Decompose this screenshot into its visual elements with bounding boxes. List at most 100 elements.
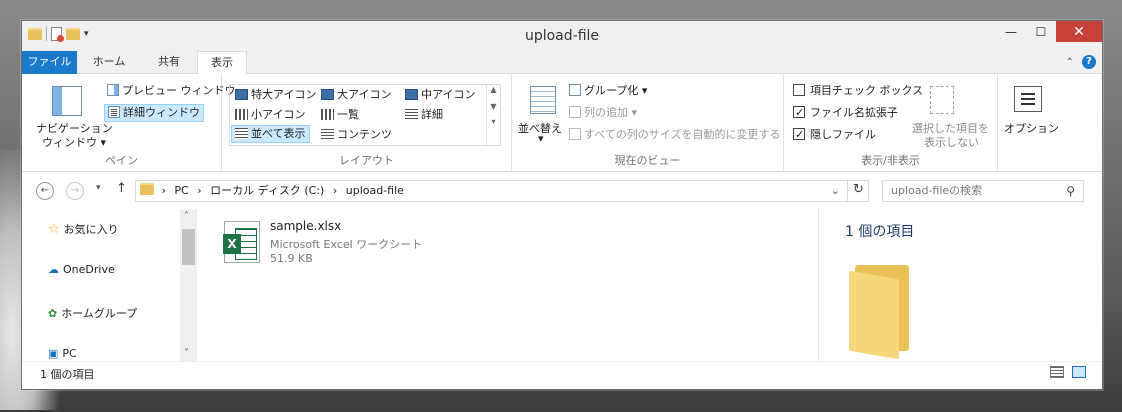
layout-large-icons[interactable]: 大アイコン [318,86,394,104]
group-label-pane: ペイン [105,154,138,167]
refresh-icon[interactable]: ↻ [847,180,869,202]
back-button[interactable]: ← [36,182,54,200]
options-label[interactable]: オプション [1004,120,1059,136]
search-input[interactable]: upload-fileの検索 ⚲ [882,180,1084,202]
nav-scrollbar[interactable]: ˄ ˅ [180,209,197,361]
navigation-pane: ☆ お気に入り ☁ OneDrive ✿ ホームグループ ▣ PC ˄ ˅ [22,209,198,361]
list-icon [321,109,334,120]
medium-icons-icon [405,89,418,100]
scroll-down-icon[interactable]: ˅ [184,348,189,359]
tab-view[interactable]: 表示 [197,51,247,75]
large-icons-view-icon[interactable] [1072,366,1086,378]
nav-item-pc[interactable]: ▣ PC [48,347,77,360]
details-icon [405,109,418,120]
group-by-button[interactable]: グループ化 ▾ [566,82,650,100]
group-label-current-view: 現在のビュー [614,154,681,167]
breadcrumb-local-disk[interactable]: ローカル ディスク (C:) [210,184,324,197]
tab-share[interactable]: 共有 [141,51,197,74]
layout-item-label: コンテンツ [337,128,392,141]
layout-gallery: 特大アイコン 大アイコン 中アイコン 小アイコン 一覧 詳細 並べて表示 コンテ… [229,84,501,146]
up-button[interactable]: ↑ [116,181,127,196]
help-icon[interactable]: ? [1082,55,1096,69]
breadcrumb-separator[interactable]: › [197,184,201,197]
add-column-label: 列の追加 ▾ [584,106,638,119]
gallery-more-icon[interactable]: ▾ [487,117,500,126]
tab-file[interactable]: ファイル [22,51,77,74]
close-button[interactable]: ✕ [1056,21,1102,42]
address-input[interactable]: › PC › ローカル ディスク (C:) › upload-file ⌄ ↻ [135,180,869,202]
breadcrumb-separator[interactable]: › [333,184,337,197]
layout-item-label: 特大アイコン [251,88,317,101]
hide-selected-icon[interactable] [930,86,954,114]
ribbon-tab-right: ⌃ ? [1066,55,1096,69]
ribbon-tabs: ファイル ホーム 共有 表示 ⌃ ? [22,51,1102,75]
extensions-toggle[interactable]: ファイル名拡張子 [790,104,901,122]
excel-file-icon[interactable]: X [223,221,260,263]
explorer-window: ▾ upload-file — ☐ ✕ ファイル ホーム 共有 表示 ⌃ ? ナ… [21,20,1103,390]
layout-content[interactable]: コンテンツ [318,126,395,144]
preview-pane-button[interactable]: プレビュー ウィンドウ [104,82,239,100]
breadcrumb-pc[interactable]: PC [174,184,188,197]
layout-gallery-scroll[interactable]: ▲ ▼ ▾ [486,85,500,145]
group-current-view: 並べ替え ▾ グループ化 ▾ 列の追加 ▾ すべての列のサイズを自動的に変更する… [512,74,784,172]
add-column-button[interactable]: 列の追加 ▾ [566,104,640,122]
options-icon[interactable] [1014,86,1042,112]
collapse-ribbon-icon[interactable]: ⌃ [1066,57,1074,68]
layout-tiles[interactable]: 並べて表示 [231,125,310,143]
scroll-thumb[interactable] [182,229,195,265]
layout-details[interactable]: 詳細 [402,106,446,124]
file-name[interactable]: sample.xlsx [270,219,341,233]
group-label-show-hide: 表示/非表示 [861,154,920,167]
item-checkboxes-checkbox[interactable] [793,84,805,96]
details-pane-label: 詳細ウィンドウ [123,106,200,119]
details-view-icon[interactable] [1050,366,1064,378]
title-bar: ▾ upload-file — ☐ ✕ [22,21,1102,51]
hidden-items-checkbox[interactable] [793,126,805,144]
sort-dropdown[interactable]: ▾ [538,132,544,145]
details-pane-button[interactable]: 詳細ウィンドウ [104,104,204,122]
recent-locations-icon[interactable]: ▾ [96,183,101,193]
search-icon[interactable]: ⚲ [1066,181,1075,201]
extensions-checkbox[interactable] [793,104,805,122]
ribbon: ナビゲーション ウィンドウ ▾ プレビュー ウィンドウ 詳細ウィンドウ ペイン … [22,74,1102,172]
layout-medium-icons[interactable]: 中アイコン [402,86,478,104]
address-dropdown-icon[interactable]: ⌄ [831,181,840,201]
navigation-pane-icon[interactable] [52,86,82,116]
item-checkboxes-toggle[interactable]: 項目チェック ボックス [790,82,926,100]
cloud-icon: ☁ [48,263,59,276]
layout-small-icons[interactable]: 小アイコン [232,106,308,124]
fit-columns-label: すべての列のサイズを自動的に変更する [584,128,781,141]
group-by-label: グループ化 ▾ [584,84,648,97]
scroll-up-icon[interactable]: ˄ [184,211,189,222]
sort-icon[interactable] [530,86,556,114]
layout-item-label: 中アイコン [421,88,476,101]
folder-icon [140,183,154,195]
forward-button[interactable]: → [66,182,84,200]
breadcrumb-upload-file[interactable]: upload-file [346,184,404,197]
layout-extra-large-icons[interactable]: 特大アイコン [232,86,319,104]
group-options: オプション [998,74,1059,172]
maximize-button[interactable]: ☐ [1026,21,1056,42]
group-show-hide: 項目チェック ボックス ファイル名拡張子 隠しファイル 選択した項目を 表示しな… [784,74,998,172]
gallery-up-icon[interactable]: ▲ [487,85,500,94]
hide-selected-label-2[interactable]: 表示しない [924,134,979,150]
fit-columns-icon [569,128,581,140]
group-label-layout: レイアウト [339,154,394,167]
fit-columns-button[interactable]: すべての列のサイズを自動的に変更する [566,126,783,144]
gallery-down-icon[interactable]: ▼ [487,102,500,111]
nav-item-onedrive[interactable]: ☁ OneDrive [48,263,115,276]
tab-home[interactable]: ホーム [77,51,141,74]
file-type: Microsoft Excel ワークシート [270,238,423,251]
navigation-pane-label-2[interactable]: ウィンドウ ▾ [42,134,106,150]
details-pane: 1 個の項目 [818,209,1102,361]
hidden-items-toggle[interactable]: 隠しファイル [790,126,879,144]
layout-list[interactable]: 一覧 [318,106,362,124]
folder-front [849,270,899,360]
nav-item-homegroup[interactable]: ✿ ホームグループ [48,305,137,321]
layout-item-label: 並べて表示 [251,127,306,140]
layout-item-label: 一覧 [337,108,359,121]
breadcrumb-separator[interactable]: › [162,184,166,197]
nav-item-favorites[interactable]: ☆ お気に入り [48,221,119,237]
minimize-button[interactable]: — [996,21,1026,42]
window-title: upload-file [524,28,600,44]
